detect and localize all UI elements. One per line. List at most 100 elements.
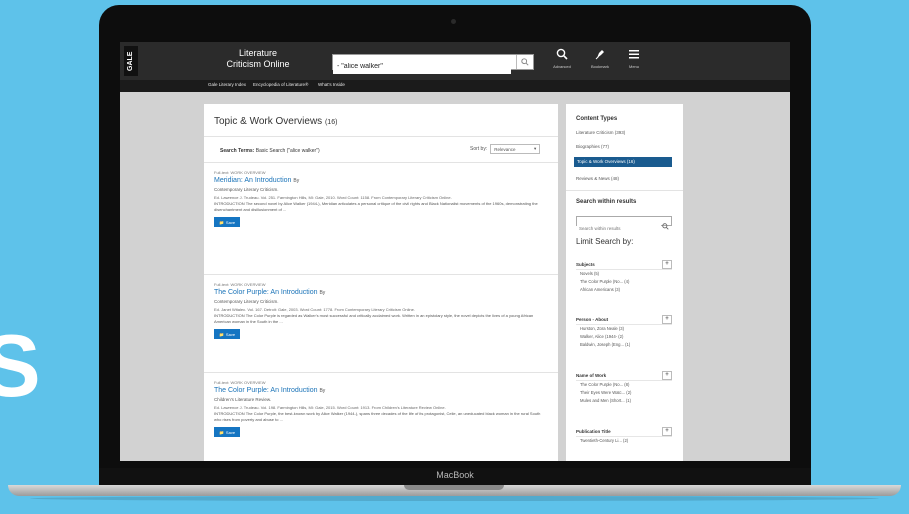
device-label: MacBook <box>436 470 474 480</box>
facet-header[interactable]: Name of Work + <box>576 370 672 381</box>
app-header: GALE Literature Criticism Online Advance… <box>120 42 790 80</box>
result-title-link[interactable]: The Color Purple: An Introduction <box>214 289 318 296</box>
result-count: (16) <box>324 119 338 126</box>
advanced-search-tool[interactable]: Advanced <box>548 48 576 70</box>
folder-icon: 📁 <box>218 219 224 225</box>
expand-icon[interactable]: + <box>662 259 672 269</box>
facet-item[interactable]: Hurston, Zora Neale (3) <box>576 325 672 333</box>
camera-dot <box>451 19 456 24</box>
facet-header[interactable]: Person - About + <box>576 314 672 325</box>
result-title: Meridian: An Introduction By <box>214 176 548 186</box>
result-snippet: INTRODUCTION The second novel by Alice W… <box>214 201 538 212</box>
result-title-link[interactable]: The Color Purple: An Introduction <box>214 387 318 394</box>
result-by: By <box>293 178 300 184</box>
facet-publication-title: Publication Title + Twentieth-Century Li… <box>576 426 672 445</box>
content-type-link[interactable]: Reviews & News (48) <box>576 176 619 181</box>
facet-item[interactable]: The Color Purple (No... (4) <box>576 278 672 286</box>
result-item: Full-text: WORK OVERVIEW The Color Purpl… <box>214 282 548 339</box>
save-button[interactable]: 📁 Save <box>214 427 240 437</box>
result-title: The Color Purple: An Introduction By <box>214 288 548 298</box>
facet-header[interactable]: Publication Title + <box>576 426 672 437</box>
result-by: By <box>319 388 326 394</box>
facet-name: Person - About <box>576 316 609 322</box>
page-title-text: Topic & Work Overviews <box>214 116 323 127</box>
page-title: Topic & Work Overviews (16) <box>214 116 337 127</box>
facet-item[interactable]: Novels (5) <box>576 270 672 278</box>
facet-item[interactable]: Their Eyes Were Watc... (2) <box>576 389 672 397</box>
result-by: By <box>319 290 326 296</box>
result-item: Full-text: WORK OVERVIEW Meridian: An In… <box>214 170 548 227</box>
result-title: The Color Purple: An Introduction By <box>214 386 548 396</box>
background-letter: S <box>0 316 41 415</box>
facet-item[interactable]: Mules and Men (Short... (1) <box>576 397 672 405</box>
subnav-link-encyclopedia[interactable]: Encyclopedia of Literature® <box>253 82 308 87</box>
expand-icon[interactable]: + <box>662 370 672 380</box>
facet-item[interactable]: The Color Purple (No... (8) <box>576 381 672 389</box>
subnav-link-whats-inside[interactable]: What's Inside <box>318 82 345 87</box>
save-label: Save <box>225 429 236 435</box>
facet-person-about: Person - About + Hurston, Zora Neale (3)… <box>576 314 672 349</box>
search-input[interactable] <box>333 59 511 74</box>
screen: GALE Literature Criticism Online Advance… <box>120 42 790 461</box>
facet-header[interactable]: Subjects + <box>576 259 672 270</box>
laptop-shadow <box>30 496 879 501</box>
tool-caption: Bookmark <box>590 64 609 69</box>
laptop-notch <box>404 485 504 490</box>
magnifier-icon <box>548 48 576 64</box>
results-panel: Topic & Work Overviews (16) Search Terms… <box>204 104 558 461</box>
facet-item[interactable]: African Americans (3) <box>576 286 672 294</box>
gale-logo[interactable]: GALE <box>124 46 138 76</box>
content-type-link[interactable]: Biographies (77) <box>576 144 609 149</box>
folder-icon: 📁 <box>218 331 224 337</box>
expand-icon[interactable]: + <box>662 314 672 324</box>
result-item: Full-text: WORK OVERVIEW The Color Purpl… <box>214 380 548 437</box>
divider <box>204 162 558 163</box>
bookmark-tool[interactable]: Bookmark <box>586 48 614 70</box>
subnav-link-index[interactable]: Gale Literary Index <box>208 82 246 87</box>
search-within-box <box>576 216 672 233</box>
folder-icon: 📁 <box>218 429 224 435</box>
search-icon[interactable] <box>662 217 669 235</box>
product-title[interactable]: Literature Criticism Online <box>224 48 292 70</box>
facet-item[interactable]: Baldwin, Joseph (Eng... (1) <box>576 341 672 349</box>
tool-caption: Advanced <box>553 64 571 69</box>
divider <box>204 274 558 275</box>
laptop-chin: MacBook <box>99 468 811 485</box>
search-within-heading: Search within results <box>576 199 637 205</box>
facet-item[interactable]: Twentieth-Century Li... (2) <box>576 437 672 445</box>
facet-subjects: Subjects + Novels (5) The Color Purple (… <box>576 259 672 294</box>
search-within-input[interactable] <box>577 224 661 233</box>
tool-caption: Menu <box>628 64 639 69</box>
filter-sidebar: Content Types Literature Criticism (393)… <box>566 104 683 461</box>
content-type-active[interactable]: Topic & Work Overviews (16) <box>574 157 672 167</box>
search-terms-value: Basic Search ("alice walker") <box>255 148 320 154</box>
result-title-link[interactable]: Meridian: An Introduction <box>214 177 291 184</box>
chevron-down-icon: ▾ <box>533 146 537 151</box>
divider <box>566 190 683 191</box>
result-source: Contemporary Literary Criticism. <box>214 299 279 304</box>
result-snippet: INTRODUCTION The Color Purple is regarde… <box>214 313 534 324</box>
search-button[interactable] <box>516 55 533 69</box>
expand-icon[interactable]: + <box>662 426 672 436</box>
facet-item[interactable]: Walker, Alice (1944- (2) <box>576 333 672 341</box>
save-label: Save <box>225 219 236 225</box>
sort-select[interactable]: Relevance ▾ <box>490 144 541 154</box>
sort-label: Sort by: <box>470 146 488 152</box>
pin-icon <box>586 48 614 64</box>
search-terms-label: Search Terms: <box>220 148 255 154</box>
search-icon <box>521 58 529 66</box>
menu-tool[interactable]: Menu <box>620 48 648 70</box>
facet-name: Name of Work <box>576 372 607 378</box>
sort-control: Sort by: Relevance ▾ <box>470 144 541 154</box>
save-label: Save <box>225 331 236 337</box>
result-snippet: INTRODUCTION The Color Purple, the best-… <box>214 411 541 422</box>
result-source: Contemporary Literary Criticism. <box>214 187 279 192</box>
search-box <box>332 54 534 74</box>
save-button[interactable]: 📁 Save <box>214 329 240 339</box>
content-types-heading: Content Types <box>576 116 618 122</box>
divider <box>204 136 558 137</box>
save-button[interactable]: 📁 Save <box>214 217 240 227</box>
content-type-link[interactable]: Literature Criticism (393) <box>576 130 625 135</box>
menu-icon <box>620 48 648 64</box>
facet-name: Subjects <box>576 261 595 267</box>
